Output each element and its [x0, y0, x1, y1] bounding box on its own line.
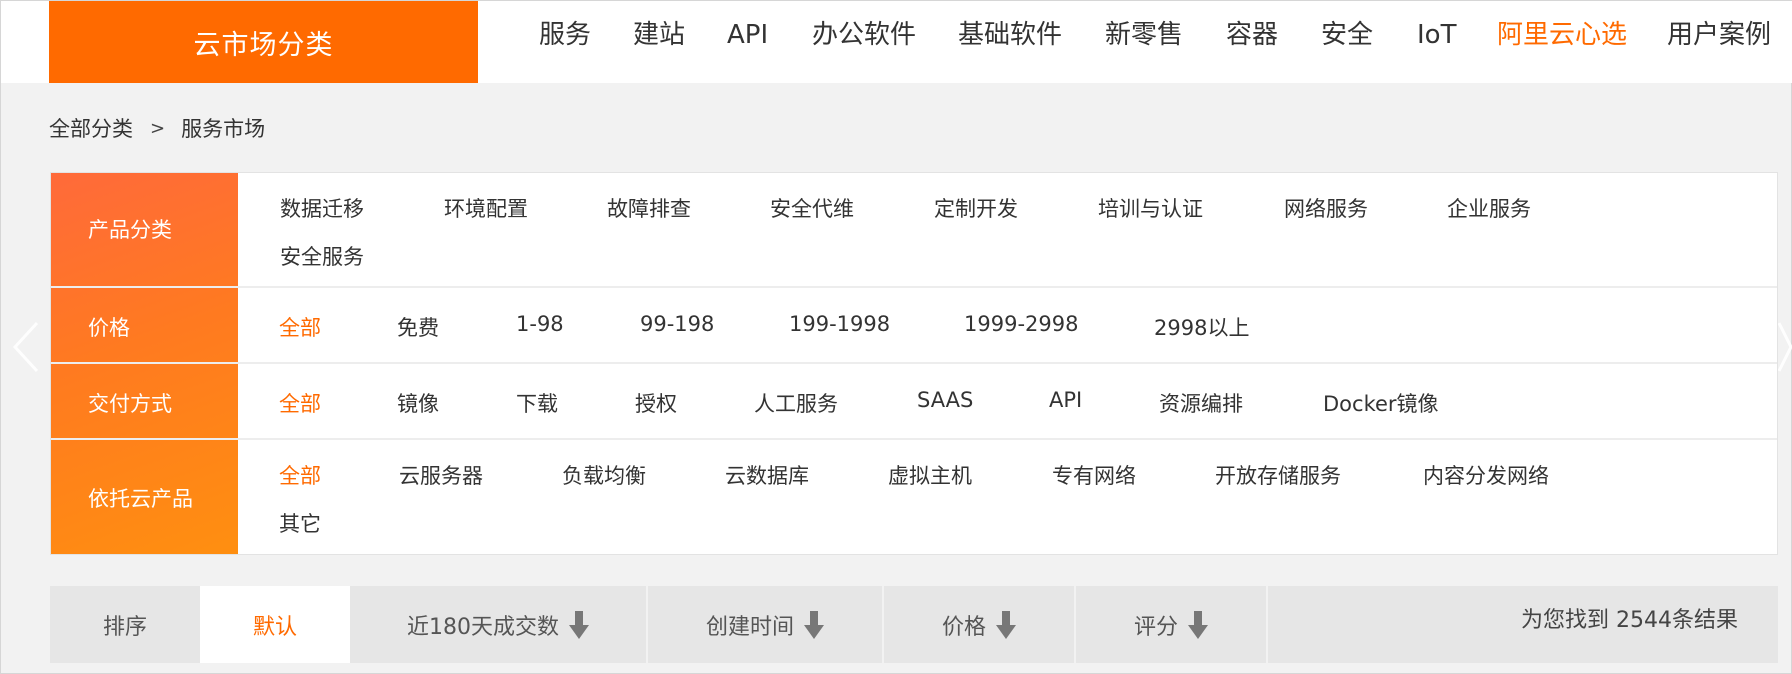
filter-row-delivery: 交付方式 全部 镜像 下载 授权 人工服务 SAAS API 资源编排 Dock… [51, 364, 1777, 440]
filter-option[interactable]: 开放存储服务 [1215, 460, 1341, 490]
filter-option[interactable]: 网络服务 [1284, 193, 1368, 223]
chevron-left-icon[interactable] [11, 319, 41, 375]
sort-label: 排序 [50, 586, 200, 663]
arrow-down-icon [569, 610, 589, 640]
nav-item-office-software[interactable]: 办公软件 [812, 15, 916, 55]
filter-panel: 产品分类 数据迁移 环境配置 故障排查 安全代维 定制开发 培训与认证 网络服务… [50, 172, 1778, 555]
breadcrumb-root[interactable]: 全部分类 [49, 113, 133, 143]
arrow-down-icon [996, 610, 1016, 640]
filter-option[interactable]: Docker镜像 [1323, 388, 1439, 418]
filter-option[interactable]: API [1049, 388, 1082, 412]
sort-default-label: 默认 [252, 614, 297, 640]
filter-option[interactable]: 资源编排 [1159, 388, 1243, 418]
nav-item-aliyun-select[interactable]: 阿里云心选 [1497, 15, 1627, 55]
nav-item-security[interactable]: 安全 [1321, 15, 1373, 55]
filter-option[interactable]: 199-1998 [789, 312, 890, 336]
filter-option[interactable]: 数据迁移 [280, 193, 364, 223]
result-count: 为您找到 2544条结果 [1521, 608, 1738, 633]
filter-label-cloud-product: 依托云产品 [88, 487, 193, 511]
filter-option[interactable]: 授权 [635, 388, 677, 418]
sort-price-label: 价格 [941, 614, 986, 640]
sort-price-button[interactable]: 价格 [884, 586, 1076, 663]
category-menu-button[interactable]: 云市场分类 [49, 1, 478, 83]
filter-option[interactable]: 内容分发网络 [1423, 460, 1549, 490]
nav-item-website[interactable]: 建站 [633, 15, 685, 55]
nav-item-iot[interactable]: IoT [1417, 15, 1456, 55]
filter-option[interactable]: 1999-2998 [964, 312, 1078, 336]
sort-created-time-label: 创建时间 [705, 614, 794, 640]
filter-label-delivery: 交付方式 [88, 392, 172, 416]
nav-item-api[interactable]: API [727, 15, 768, 55]
top-nav: 云市场分类 服务 建站 API 办公软件 基础软件 新零售 容器 安全 IoT … [1, 1, 1792, 83]
nav-item-new-retail[interactable]: 新零售 [1105, 15, 1183, 55]
filter-option[interactable]: 专有网络 [1052, 460, 1136, 490]
nav-item-basic-software[interactable]: 基础软件 [958, 15, 1062, 55]
breadcrumb-current: 服务市场 [181, 117, 266, 141]
arrow-down-icon [804, 610, 824, 640]
filter-option[interactable]: 镜像 [397, 388, 439, 418]
filter-option[interactable]: 环境配置 [444, 193, 528, 223]
sort-bar: 排序 默认 近180天成交数 创建时间 价格 评分 为您找到 2544条结果 [50, 586, 1778, 663]
filter-option[interactable]: 2998以上 [1154, 312, 1249, 342]
filter-option[interactable]: 1-98 [516, 312, 564, 336]
filter-option[interactable]: 免费 [397, 312, 439, 342]
filter-option-selected[interactable]: 全部 [279, 388, 321, 418]
filter-option[interactable]: 下载 [516, 388, 558, 418]
filter-label-category: 产品分类 [88, 218, 172, 242]
sort-sales-button[interactable]: 近180天成交数 [350, 586, 648, 663]
filter-option-selected[interactable]: 全部 [279, 312, 321, 342]
filter-option[interactable]: 定制开发 [934, 193, 1018, 223]
sort-default-button[interactable]: 默认 [200, 586, 350, 663]
filter-label-price: 价格 [88, 316, 130, 340]
filter-option[interactable]: 培训与认证 [1098, 193, 1203, 223]
sort-sales-label: 近180天成交数 [407, 614, 559, 640]
filter-option[interactable]: 负载均衡 [562, 460, 646, 490]
nav-item-services[interactable]: 服务 [539, 15, 591, 55]
filter-option[interactable]: 云数据库 [725, 460, 809, 490]
sort-label-text: 排序 [102, 614, 147, 640]
nav-item-container[interactable]: 容器 [1226, 15, 1278, 55]
filter-option[interactable]: 99-198 [640, 312, 714, 336]
filter-option[interactable]: 故障排查 [607, 193, 691, 223]
filter-option[interactable]: 企业服务 [1447, 193, 1531, 223]
filter-option[interactable]: 云服务器 [399, 460, 483, 490]
filter-row-price: 价格 全部 免费 1-98 99-198 199-1998 1999-2998 … [51, 288, 1777, 364]
filter-row-category: 产品分类 数据迁移 环境配置 故障排查 安全代维 定制开发 培训与认证 网络服务… [51, 173, 1777, 288]
breadcrumb-separator: > [150, 117, 166, 139]
chevron-right-icon[interactable] [1777, 319, 1792, 375]
filter-row-cloud-product: 依托云产品 全部 云服务器 负载均衡 云数据库 虚拟主机 专有网络 开放存储服务… [51, 440, 1777, 554]
arrow-down-icon [1188, 610, 1208, 640]
filter-option[interactable]: 虚拟主机 [888, 460, 972, 490]
sort-created-time-button[interactable]: 创建时间 [648, 586, 884, 663]
nav-item-user-cases[interactable]: 用户案例 [1667, 15, 1771, 55]
sort-rating-label: 评分 [1133, 614, 1178, 640]
filter-option[interactable]: 安全代维 [770, 193, 854, 223]
filter-option[interactable]: 人工服务 [754, 388, 838, 418]
filter-option[interactable]: SAAS [917, 388, 973, 412]
filter-option[interactable]: 其它 [279, 508, 321, 538]
sort-rating-button[interactable]: 评分 [1076, 586, 1268, 663]
breadcrumb: 全部分类 > 服务市场 [49, 113, 265, 143]
filter-option[interactable]: 安全服务 [280, 241, 364, 271]
filter-option-selected[interactable]: 全部 [279, 460, 321, 490]
